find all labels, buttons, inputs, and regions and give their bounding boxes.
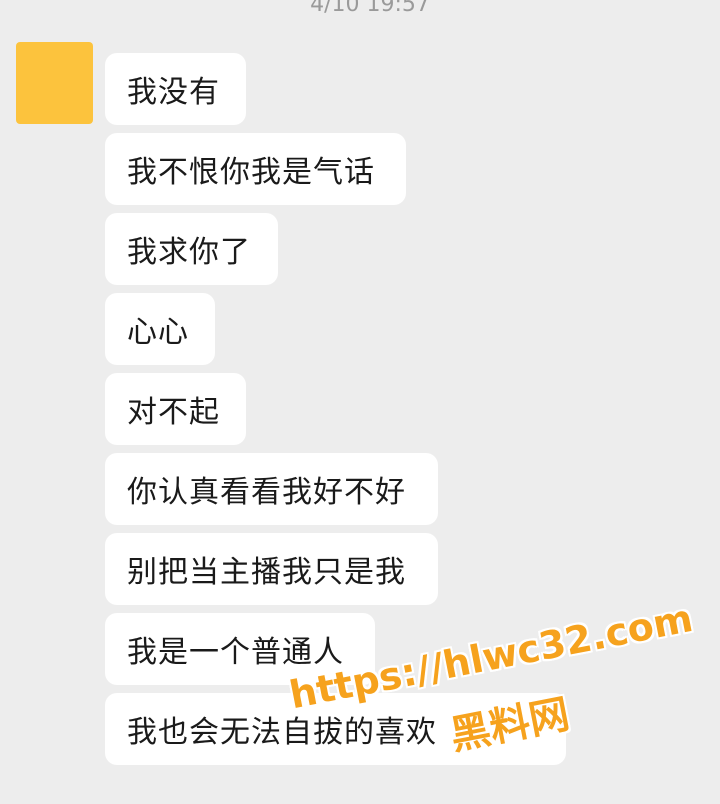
message-text: 你认真看看我好不好 xyxy=(127,475,406,510)
message-text: 我是一个普通人 xyxy=(127,635,344,670)
message-text: 心心 xyxy=(127,315,189,350)
message-timestamp: 4/10 19:57 xyxy=(310,0,430,17)
message-bubble[interactable]: 我没有 xyxy=(105,53,246,125)
message-bubble[interactable]: 我求你了 xyxy=(105,213,278,285)
message-bubble[interactable]: 别把当主播我只是我 xyxy=(105,533,438,605)
message-bubble[interactable]: 我也会无法自拔的喜欢 xyxy=(105,693,566,765)
message-bubble[interactable]: 对不起 xyxy=(105,373,246,445)
message-bubble[interactable]: 你认真看看我好不好 xyxy=(105,453,438,525)
message-bubble[interactable]: 我不恨你我是气话 xyxy=(105,133,406,205)
message-text: 我也会无法自拔的喜欢 xyxy=(127,715,437,750)
message-bubble[interactable]: 我是一个普通人 xyxy=(105,613,375,685)
message-text: 别把当主播我只是我 xyxy=(127,555,406,590)
message-text: 对不起 xyxy=(127,395,220,430)
message-text: 我求你了 xyxy=(127,235,251,270)
watermark: https://hlwc32.com 黑料网 xyxy=(283,576,720,803)
message-text: 我不恨你我是气话 xyxy=(127,155,375,190)
contact-avatar[interactable] xyxy=(16,42,93,124)
message-text: 我没有 xyxy=(127,75,220,110)
message-bubble[interactable]: 心心 xyxy=(105,293,215,365)
